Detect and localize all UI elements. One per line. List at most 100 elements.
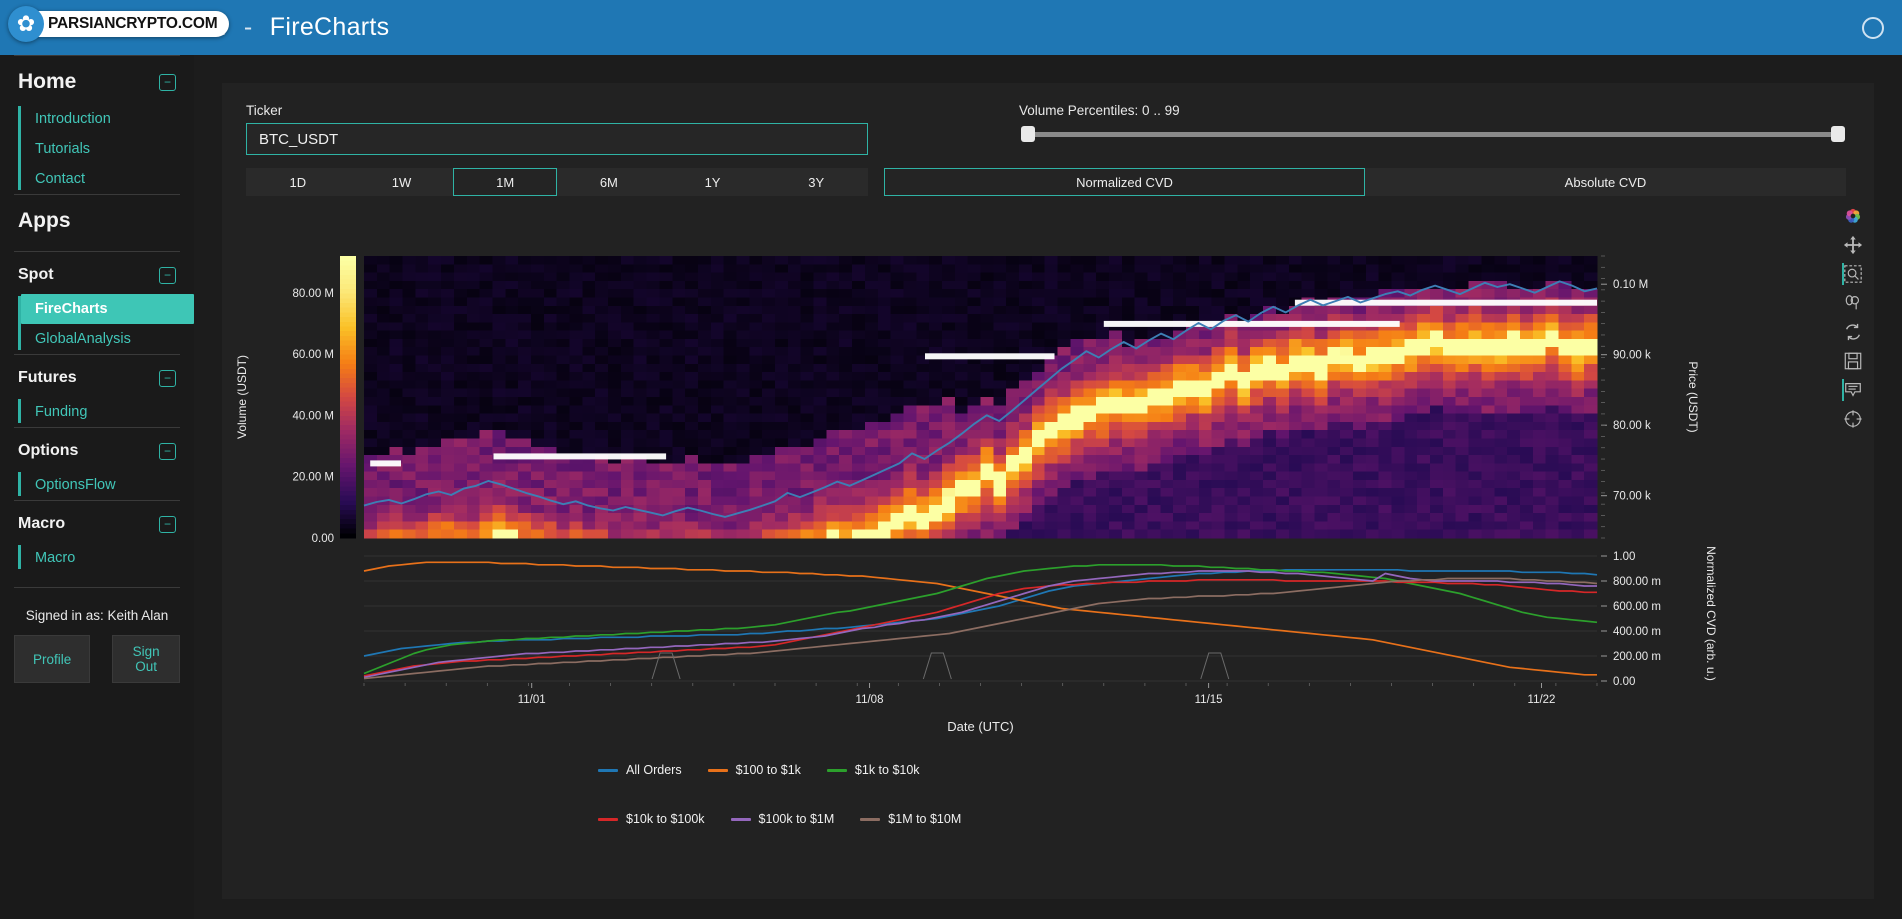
sidebar-item-optionsflow[interactable]: OptionsFlow <box>21 470 194 500</box>
app-root: MI Dashboard - FireCharts ✿ PARSIANCRYPT… <box>0 0 1902 919</box>
timeframe-button-3y[interactable]: 3Y <box>764 168 869 196</box>
sidebar-group-macro[interactable]: Macro − <box>0 501 194 543</box>
cvd-mode-button-normalized-cvd[interactable]: Normalized CVD <box>884 168 1365 196</box>
timeframe-button-1y[interactable]: 1Y <box>660 168 765 196</box>
legend-item[interactable]: $100 to $1k <box>707 763 801 777</box>
svg-text:800.00 m: 800.00 m <box>1613 576 1661 588</box>
legend-swatch-icon <box>598 768 618 772</box>
reset-axes-icon[interactable] <box>1842 321 1864 343</box>
sidebar-footer: Signed in as: Keith Alan Profile Sign Ou… <box>0 588 194 683</box>
firecharts-svg[interactable]: 80.00 M 60.00 M 40.00 M 20.00 M 0.00 Volume (… <box>222 203 1874 893</box>
sidebar-item-introduction[interactable]: Introduction <box>21 104 194 134</box>
sidebar-item-contact[interactable]: Contact <box>21 164 194 194</box>
sidebar-item-funding[interactable]: Funding <box>21 397 194 427</box>
legend-label: $1M to $10M <box>888 812 962 826</box>
sidebar-rail <box>18 472 21 496</box>
sidebar-rail <box>18 545 21 569</box>
sidebar-item-macro[interactable]: Macro <box>21 543 194 573</box>
volume-heatmap <box>364 256 1598 539</box>
legend-item[interactable]: $1M to $10M <box>860 812 961 826</box>
account-circle-icon[interactable] <box>1862 16 1884 39</box>
svg-text:70.00 k: 70.00 k <box>1613 491 1651 503</box>
sidebar-group-apps[interactable]: Apps <box>0 195 194 243</box>
legend-swatch-icon <box>826 768 847 772</box>
sidebar: Home − Introduction Tutorials Contact Apps Spo… <box>0 55 194 919</box>
top-bar: MI Dashboard - FireCharts <box>0 0 1902 55</box>
collapse-toggle-icon[interactable]: − <box>159 442 176 460</box>
svg-text:80.00 M: 80.00 M <box>292 288 334 300</box>
legend-label: $100 to $1k <box>735 763 801 777</box>
sidebar-group-title: Futures <box>18 369 77 386</box>
timeframe-button-group: 1D 1W 1M 6M 1Y 3Y <box>246 168 869 196</box>
plotly-logo-icon[interactable] <box>1842 205 1864 227</box>
ticker-label: Ticker <box>246 103 283 118</box>
collapse-toggle-icon[interactable]: − <box>159 369 176 387</box>
footer-buttons: Profile Sign Out <box>14 635 180 683</box>
cvd-gridlines <box>364 555 1597 682</box>
timeframe-button-1d[interactable]: 1D <box>246 168 350 196</box>
slider-track[interactable] <box>1029 132 1837 137</box>
collapse-toggle-icon[interactable]: − <box>159 73 176 91</box>
sign-out-button[interactable]: Sign Out <box>112 635 180 683</box>
svg-text:80.00 k: 80.00 k <box>1613 420 1651 432</box>
svg-text:11/08: 11/08 <box>856 694 884 706</box>
timeframe-button-1m[interactable]: 1M <box>453 168 558 196</box>
slider-handle-max[interactable] <box>1831 126 1845 142</box>
sidebar-group-futures[interactable]: Futures − <box>0 355 194 397</box>
sidebar-group-title: Macro <box>18 515 66 532</box>
crosshair-icon[interactable] <box>1842 408 1864 430</box>
legend-item[interactable]: All Orders <box>598 763 682 777</box>
legend-item[interactable]: $100k to $1M <box>730 812 835 826</box>
collapse-toggle-icon[interactable]: − <box>159 266 176 284</box>
timeframe-button-6m[interactable]: 6M <box>557 168 661 196</box>
sidebar-item-globalanalysis[interactable]: GlobalAnalysis <box>21 324 194 354</box>
cvd-line--100k-to-1m <box>363 570 1597 679</box>
svg-text:60.00 M: 60.00 M <box>292 349 334 361</box>
annotation-icon[interactable] <box>1842 379 1864 401</box>
cvd-mode-button-group: Normalized CVD Absolute CVD <box>884 168 1846 196</box>
legend-label: All Orders <box>626 763 682 777</box>
pan-icon[interactable] <box>1842 234 1864 256</box>
lasso-select-icon[interactable] <box>1842 292 1864 314</box>
sidebar-group-spot[interactable]: Spot − <box>0 252 194 294</box>
firecharts-panel: Ticker Volume Percentiles: 0 .. 99 1D1W1… <box>222 83 1874 899</box>
volume-percentile-slider[interactable] <box>1017 123 1847 145</box>
plot-modebar <box>1838 203 1868 430</box>
cvd-mode-button-absolute-cvd[interactable]: Absolute CVD <box>1365 168 1846 196</box>
legend-item[interactable]: $10k to $100k <box>598 812 705 826</box>
price-axis: 0.10 M 90.00 k 80.00 k 70.00 k <box>1601 255 1651 539</box>
chart-container[interactable]: 80.00 M 60.00 M 40.00 M 20.00 M 0.00 Volume (… <box>222 203 1874 893</box>
timeframe-button-1w[interactable]: 1W <box>349 168 454 196</box>
legend-item[interactable]: $1k to $10k <box>826 763 920 777</box>
watermark-logo-icon: ✿ <box>8 6 44 42</box>
zoom-box-icon[interactable] <box>1842 263 1864 285</box>
svg-text:400.00 m: 400.00 m <box>1613 626 1661 638</box>
sidebar-item-tutorials[interactable]: Tutorials <box>21 134 194 164</box>
svg-text:11/15: 11/15 <box>1195 694 1223 706</box>
sidebar-group-home[interactable]: Home − <box>0 56 194 104</box>
volume-colorbar <box>340 256 356 539</box>
svg-text:0.10 M: 0.10 M <box>1613 279 1648 291</box>
save-image-icon[interactable] <box>1842 350 1864 372</box>
cvd-axis-title: Normalized CVD (arb. u.) <box>1704 546 1718 681</box>
ticker-input[interactable] <box>246 123 868 155</box>
sidebar-item-firecharts[interactable]: FireCharts <box>21 294 194 324</box>
title-separator: - <box>243 13 253 41</box>
svg-text:200.00 m: 200.00 m <box>1613 651 1661 663</box>
svg-text:0.00: 0.00 <box>312 533 334 545</box>
sidebar-rail <box>18 296 21 350</box>
profile-button[interactable]: Profile <box>14 635 91 683</box>
collapse-toggle-icon[interactable]: − <box>159 515 176 533</box>
slider-handle-min[interactable] <box>1021 126 1035 142</box>
svg-text:11/22: 11/22 <box>1528 694 1556 706</box>
svg-text:600.00 m: 600.00 m <box>1613 601 1661 613</box>
sidebar-item-list: Funding <box>0 397 194 427</box>
sidebar-group-options[interactable]: Options − <box>0 428 194 470</box>
legend-label: $100k to $1M <box>758 812 835 826</box>
sidebar-rail <box>18 399 21 423</box>
watermark-text: PARSIANCRYPTO.COM <box>26 11 230 37</box>
cvd-spike-marker <box>1200 652 1230 680</box>
volume-percentiles-label: Volume Percentiles: 0 .. 99 <box>1019 103 1180 118</box>
legend-label: $1k to $10k <box>854 763 920 777</box>
